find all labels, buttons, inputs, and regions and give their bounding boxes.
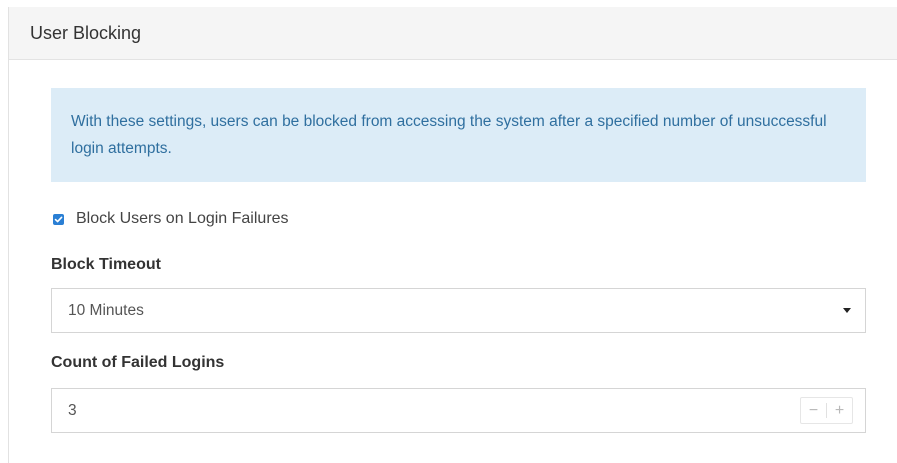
stepper-buttons: − +: [800, 397, 853, 424]
decrement-button[interactable]: −: [801, 398, 826, 423]
block-users-label: Block Users on Login Failures: [76, 210, 289, 227]
info-text: With these settings, users can be blocke…: [71, 113, 827, 157]
block-users-checkbox[interactable]: [53, 213, 64, 225]
panel-header: User Blocking: [9, 7, 897, 60]
failed-logins-input[interactable]: 3: [68, 402, 800, 420]
caret-down-icon: [843, 308, 851, 313]
panel-title: User Blocking: [30, 22, 142, 43]
increment-button[interactable]: +: [827, 398, 852, 423]
checkmark-icon: [54, 216, 63, 222]
user-blocking-panel: User Blocking With these settings, users…: [8, 7, 897, 463]
info-box: With these settings, users can be blocke…: [51, 88, 866, 182]
block-users-checkbox-row[interactable]: Block Users on Login Failures: [53, 210, 289, 228]
block-timeout-select[interactable]: 10 Minutes: [51, 288, 866, 333]
block-timeout-value: 10 Minutes: [68, 301, 144, 319]
failed-logins-stepper[interactable]: 3 − +: [51, 388, 866, 433]
block-timeout-label: Block Timeout: [51, 256, 161, 273]
failed-logins-label: Count of Failed Logins: [51, 354, 225, 371]
